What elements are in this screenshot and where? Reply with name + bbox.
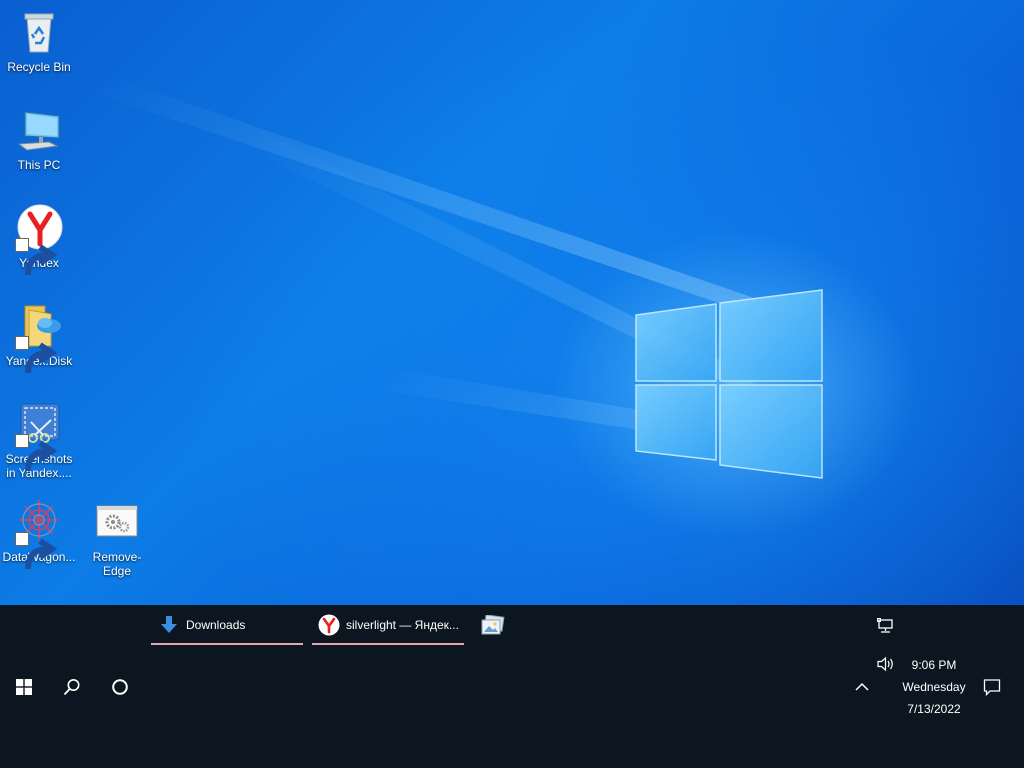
taskbar-app-photo-viewer[interactable] [478,611,508,641]
chevron-up-icon [855,682,869,691]
datawagon-snowflake-icon [15,498,63,570]
active-indicator [151,643,303,645]
system-clock[interactable]: 9:06 PM Wednesday 7/13/2022 [896,655,972,719]
windows-start-icon [16,679,32,695]
desktop-icon-screenshots-yandex[interactable]: Screenshots in Yandex.... [1,400,77,480]
active-indicator [312,643,464,645]
windows-logo-wallpaper [635,289,823,479]
shortcut-arrow-icon [15,532,58,570]
start-button[interactable] [8,671,40,703]
yandex-browser-icon [15,204,63,276]
taskbar-app-downloads[interactable]: Downloads [151,605,303,645]
clock-date: 7/13/2022 [907,702,961,716]
desktop-icon-yandex[interactable]: Yandex [1,204,77,276]
search-button[interactable] [56,671,88,703]
notification-bubble-icon [983,679,1001,696]
computer-monitor-icon [15,106,63,154]
yandex-browser-icon [318,614,340,636]
screenshot-scissors-icon [15,400,63,472]
shortcut-arrow-icon [15,336,58,374]
clock-day: Wednesday [902,680,966,694]
desktop-icon-remove-edge[interactable]: Remove-Edge [79,498,155,578]
shortcut-arrow-icon [15,434,58,472]
desktop[interactable]: Recycle Bin This PC Yandex Yandex.Disk S… [0,0,1024,605]
desktop-icon-label: This PC [17,158,61,172]
desktop-icon-datawagon[interactable]: DataWagon... [1,498,77,570]
recycle-bin-icon [15,8,63,56]
search-icon [63,679,80,696]
cortana-button[interactable] [104,671,136,703]
yandex-disk-folder-icon [15,302,63,374]
taskbar-app-label: silverlight — Яндек... [346,618,459,632]
taskbar-app-yandex-browser[interactable]: silverlight — Яндек... [312,605,464,645]
network-status-icon[interactable] [874,615,898,637]
photo-viewer-icon [481,615,505,635]
desktop-icon-this-pc[interactable]: This PC [1,106,77,172]
taskbar-app-label: Downloads [186,618,246,632]
script-gears-icon [93,498,141,546]
volume-button[interactable] [874,653,898,675]
action-center-button[interactable] [978,673,1006,701]
download-arrow-icon [161,616,177,633]
clock-time: 9:06 PM [911,658,957,672]
cortana-circle-icon [112,679,128,695]
desktop-icon-recycle-bin[interactable]: Recycle Bin [1,8,77,74]
show-hidden-icons-button[interactable] [850,675,874,699]
shortcut-arrow-icon [15,238,58,276]
desktop-icon-yandex-disk[interactable]: Yandex.Disk [1,302,77,374]
desktop-icon-label: Recycle Bin [7,60,71,74]
desktop-icon-label: Remove-Edge [92,550,142,578]
speaker-icon [877,656,893,672]
taskbar[interactable]: Downloads silverlight — Яндек... 9:06 PM… [0,605,1024,768]
